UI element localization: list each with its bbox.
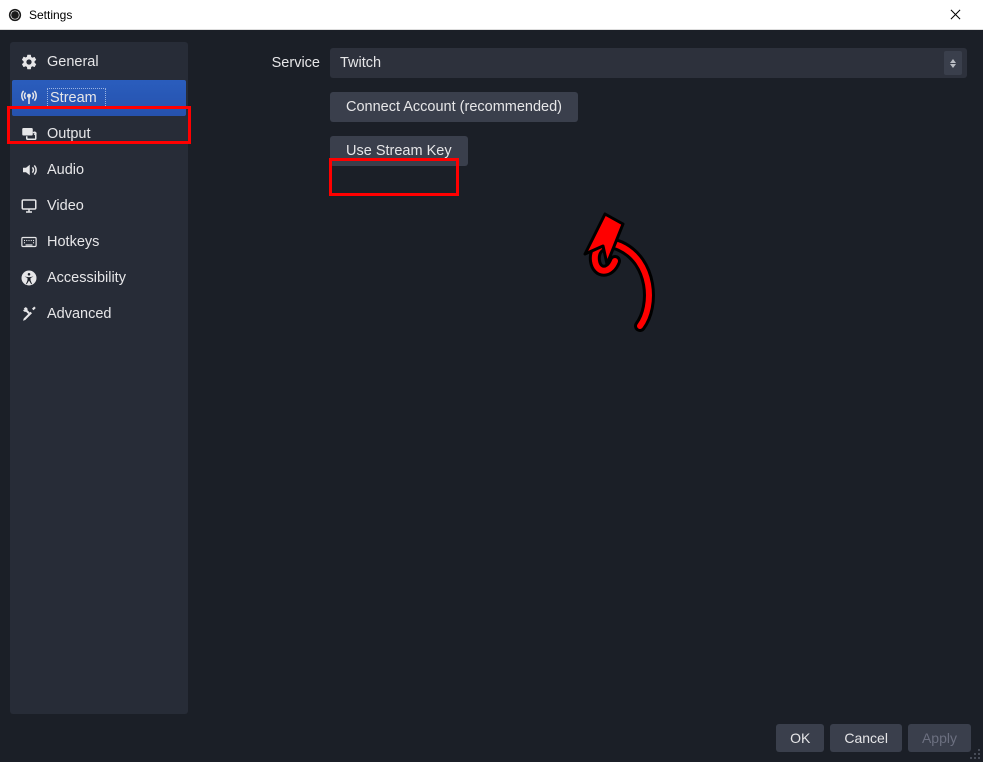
select-stepper-icon — [944, 51, 962, 75]
gear-icon — [20, 53, 38, 71]
ok-button[interactable]: OK — [776, 724, 824, 752]
connect-account-button[interactable]: Connect Account (recommended) — [330, 92, 578, 122]
main-panel: Service Twitch Connect Account (recommen… — [188, 42, 973, 714]
content-area: General Stream Output — [0, 30, 983, 714]
display-icon — [20, 197, 38, 215]
close-icon — [950, 9, 961, 20]
sidebar-item-video[interactable]: Video — [12, 188, 186, 224]
use-stream-key-button[interactable]: Use Stream Key — [330, 136, 468, 166]
app-body: General Stream Output — [0, 30, 983, 762]
cancel-button[interactable]: Cancel — [830, 724, 902, 752]
resize-grip-icon[interactable] — [969, 748, 981, 760]
service-label: Service — [188, 55, 320, 71]
sidebar-item-accessibility[interactable]: Accessibility — [12, 260, 186, 296]
close-button[interactable] — [935, 1, 975, 29]
sidebar-item-label: Hotkeys — [47, 234, 99, 250]
sidebar-item-audio[interactable]: Audio — [12, 152, 186, 188]
apply-button[interactable]: Apply — [908, 724, 971, 752]
sidebar-item-label: Stream — [47, 88, 106, 108]
sidebar-item-label: Advanced — [47, 306, 112, 322]
sidebar-item-general[interactable]: General — [12, 44, 186, 80]
sidebar-item-label: Audio — [47, 162, 84, 178]
speaker-icon — [20, 161, 38, 179]
sidebar-item-label: Accessibility — [47, 270, 126, 286]
titlebar: Settings — [0, 0, 983, 30]
antenna-icon — [20, 89, 38, 107]
service-select[interactable]: Twitch — [330, 48, 967, 78]
settings-window: Settings General — [0, 0, 983, 762]
sidebar-item-output[interactable]: Output — [12, 116, 186, 152]
sidebar-item-advanced[interactable]: Advanced — [12, 296, 186, 332]
service-row: Service Twitch — [188, 48, 973, 78]
dialog-footer: OK Cancel Apply — [0, 714, 983, 762]
app-icon — [8, 8, 22, 22]
sidebar-item-stream[interactable]: Stream — [12, 80, 186, 116]
tools-icon — [20, 305, 38, 323]
window-title: Settings — [29, 8, 72, 22]
sidebar-item-label: General — [47, 54, 99, 70]
screen-share-icon — [20, 125, 38, 143]
sidebar-item-hotkeys[interactable]: Hotkeys — [12, 224, 186, 260]
service-value: Twitch — [340, 55, 381, 71]
sidebar-item-label: Video — [47, 198, 84, 214]
settings-sidebar: General Stream Output — [10, 42, 188, 714]
keyboard-icon — [20, 233, 38, 251]
annotation-arrow — [525, 206, 685, 346]
accessibility-icon — [20, 269, 38, 287]
sidebar-item-label: Output — [47, 126, 91, 142]
